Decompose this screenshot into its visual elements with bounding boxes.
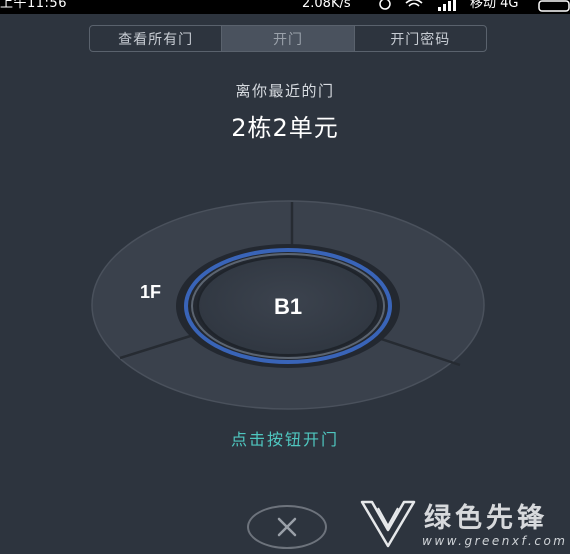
watermark: 绿色先锋 www.greenxf.com	[360, 494, 570, 554]
close-icon	[277, 517, 297, 537]
nearest-door-label: 离你最近的门	[235, 82, 335, 100]
battery-icon	[538, 0, 570, 12]
status-time: 上午11:56	[0, 0, 67, 11]
network-speed: 2.08K/s	[302, 0, 351, 11]
alarm-icon	[379, 0, 391, 10]
tab-bar: 查看所有门 开门 开门密码	[89, 25, 487, 52]
door-name: 2栋2单元	[231, 114, 339, 142]
status-bar: 上午11:56 2.08K/s 移动 4G	[0, 0, 570, 14]
hint-text: 点击按钮开门	[230, 430, 339, 449]
signal-icon	[438, 0, 456, 11]
watermark-title: 绿色先锋	[424, 503, 548, 534]
floor-dial: 1F B1	[91, 200, 485, 410]
watermark-logo-icon	[360, 500, 416, 548]
tab-all-doors[interactable]: 查看所有门	[90, 26, 223, 51]
tab-door-password[interactable]: 开门密码	[355, 26, 486, 51]
watermark-url: www.greenxf.com	[422, 534, 568, 548]
tab-open-door[interactable]: 开门	[222, 26, 355, 51]
floor-segment-label[interactable]: 1F	[140, 282, 161, 302]
carrier-label: 移动 4G	[470, 0, 519, 11]
wifi-icon	[405, 0, 423, 7]
close-button[interactable]	[247, 505, 327, 549]
center-floor-label: B1	[274, 294, 302, 319]
